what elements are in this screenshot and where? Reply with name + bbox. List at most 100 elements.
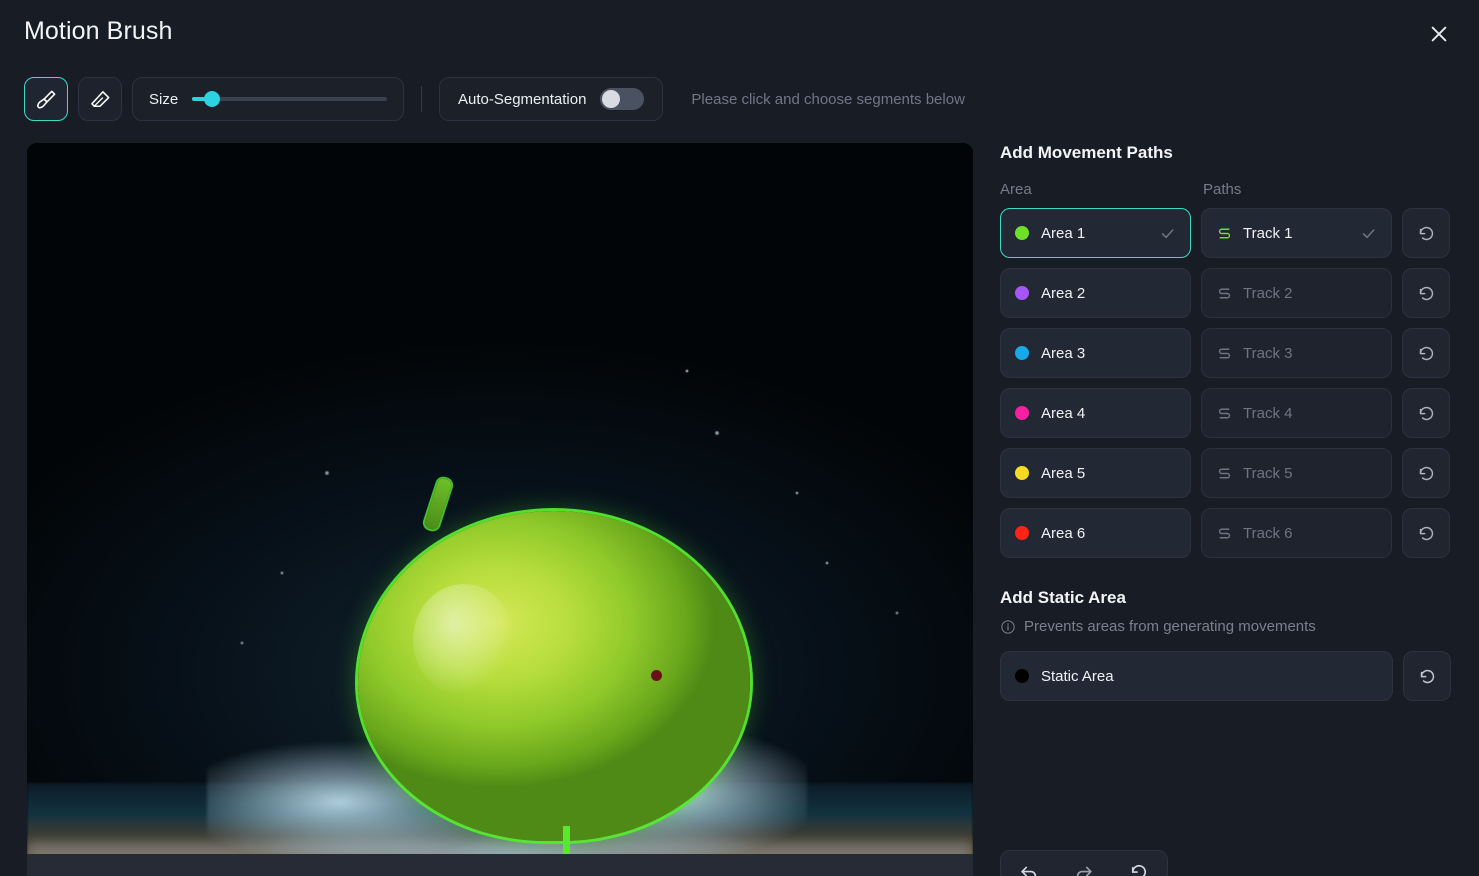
- area-chip-5[interactable]: Area 5: [1000, 448, 1191, 498]
- motion-brush-dialog: Motion Brush Size Auto-Segmentation Plea…: [0, 0, 1479, 876]
- close-icon: [1431, 26, 1447, 42]
- column-header-area: Area: [1000, 181, 1032, 198]
- size-label: Size: [149, 90, 179, 108]
- brush-tool-button[interactable]: [24, 77, 68, 121]
- area-color-dot: [1015, 226, 1029, 240]
- area-label: Area 2: [1041, 284, 1086, 302]
- area-chip-3[interactable]: Area 3: [1000, 328, 1191, 378]
- brush-size-control: Size: [132, 77, 404, 121]
- eraser-tool-button[interactable]: [78, 77, 122, 121]
- path-track-icon: [1218, 228, 1231, 238]
- static-area-chip[interactable]: Static Area: [1000, 651, 1393, 701]
- movement-paths-title: Add Movement Paths: [1000, 143, 1173, 162]
- area-path-row: Area 5 Track 5: [1000, 448, 1455, 498]
- reset-icon: [1419, 406, 1433, 420]
- row-reset-button-6[interactable]: [1402, 508, 1450, 558]
- reset-icon: [1419, 466, 1433, 480]
- track-chip-2[interactable]: Track 2: [1201, 268, 1392, 318]
- static-area-row: Static Area: [1000, 651, 1455, 701]
- image-canvas[interactable]: [27, 143, 973, 876]
- area-color-dot: [1015, 526, 1029, 540]
- column-headers: Area Paths: [1000, 181, 1455, 198]
- path-track-icon: [1218, 468, 1231, 478]
- area-path-row: Area 4 Track 4: [1000, 388, 1455, 438]
- static-area-note-text: Prevents areas from generating movements: [1024, 618, 1316, 635]
- check-icon: [1161, 228, 1174, 238]
- area-chip-6[interactable]: Area 6: [1000, 508, 1191, 558]
- mask-point-marker: [651, 670, 662, 681]
- area-chip-2[interactable]: Area 2: [1000, 268, 1191, 318]
- area-path-rows: Area 1 Track 1 Area 2 Track 2 Area 3 Track 3A…: [1000, 208, 1455, 558]
- row-reset-button-2[interactable]: [1402, 268, 1450, 318]
- page-title: Motion Brush: [24, 17, 173, 45]
- info-icon: [1001, 619, 1015, 634]
- row-reset-button-3[interactable]: [1402, 328, 1450, 378]
- close-button[interactable]: [1421, 16, 1457, 52]
- toolbar-hint: Please click and choose segments below: [691, 90, 965, 108]
- area-label: Area 5: [1041, 464, 1086, 482]
- source-image: [27, 143, 973, 876]
- toolbar: Size Auto-Segmentation Please click and …: [24, 77, 965, 121]
- row-reset-button-5[interactable]: [1402, 448, 1450, 498]
- reset-icon: [1419, 346, 1433, 360]
- column-header-paths: Paths: [1203, 181, 1242, 198]
- auto-segmentation-label: Auto-Segmentation: [458, 90, 587, 108]
- path-track-icon: [1218, 288, 1231, 298]
- track-chip-4[interactable]: Track 4: [1201, 388, 1392, 438]
- path-track-icon: [1218, 348, 1231, 358]
- brush-icon: [36, 90, 55, 108]
- area-label: Area 4: [1041, 404, 1086, 422]
- area-path-row: Area 2 Track 2: [1000, 268, 1455, 318]
- redo-icon: [1076, 866, 1092, 876]
- reset-all-button[interactable]: [1117, 852, 1161, 876]
- reset-icon: [1420, 669, 1434, 683]
- track-label: Track 4: [1243, 404, 1293, 422]
- track-label: Track 6: [1243, 524, 1293, 542]
- toolbar-divider: [421, 86, 422, 112]
- bottom-action-bar: [1000, 850, 1168, 876]
- auto-segmentation-control: Auto-Segmentation: [439, 77, 664, 121]
- area-label: Area 1: [1041, 224, 1086, 242]
- track-chip-6[interactable]: Track 6: [1201, 508, 1392, 558]
- track-chip-1[interactable]: Track 1: [1201, 208, 1392, 258]
- right-panel: Add Movement Paths Area Paths Area 1 Trac…: [1000, 143, 1455, 701]
- track-label: Track 1: [1243, 224, 1293, 242]
- track-label: Track 3: [1243, 344, 1293, 362]
- toggle-knob: [602, 90, 621, 108]
- area-path-row: Area 6 Track 6: [1000, 508, 1455, 558]
- slider-thumb[interactable]: [203, 91, 220, 107]
- path-track-icon: [1218, 408, 1231, 418]
- static-area-note: Prevents areas from generating movements: [1000, 618, 1455, 635]
- area-path-row: Area 1 Track 1: [1000, 208, 1455, 258]
- eraser-icon: [90, 90, 109, 107]
- static-area-label: Static Area: [1041, 667, 1114, 685]
- static-area-color-dot: [1015, 669, 1029, 683]
- redo-button[interactable]: [1062, 852, 1106, 876]
- slider-track: [192, 97, 387, 101]
- area-color-dot: [1015, 406, 1029, 420]
- size-slider[interactable]: [192, 89, 387, 109]
- track-chip-5[interactable]: Track 5: [1201, 448, 1392, 498]
- area-chip-1[interactable]: Area 1: [1000, 208, 1191, 258]
- apple-mask-region: [358, 511, 750, 841]
- area-chip-4[interactable]: Area 4: [1000, 388, 1191, 438]
- path-track-icon: [1218, 528, 1231, 538]
- reset-icon: [1132, 864, 1147, 876]
- canvas-footer-bar: [27, 854, 973, 876]
- row-reset-button-1[interactable]: [1402, 208, 1450, 258]
- static-area-reset-button[interactable]: [1403, 651, 1451, 701]
- undo-icon: [1020, 866, 1036, 876]
- auto-segmentation-toggle[interactable]: [600, 88, 645, 110]
- area-path-row: Area 3 Track 3: [1000, 328, 1455, 378]
- track-label: Track 2: [1243, 284, 1293, 302]
- area-label: Area 3: [1041, 344, 1086, 362]
- area-color-dot: [1015, 346, 1029, 360]
- reset-icon: [1419, 286, 1433, 300]
- reset-icon: [1419, 226, 1433, 240]
- track-chip-3[interactable]: Track 3: [1201, 328, 1392, 378]
- area-color-dot: [1015, 466, 1029, 480]
- undo-button[interactable]: [1007, 852, 1051, 876]
- check-icon: [1362, 228, 1375, 238]
- track-label: Track 5: [1243, 464, 1293, 482]
- row-reset-button-4[interactable]: [1402, 388, 1450, 438]
